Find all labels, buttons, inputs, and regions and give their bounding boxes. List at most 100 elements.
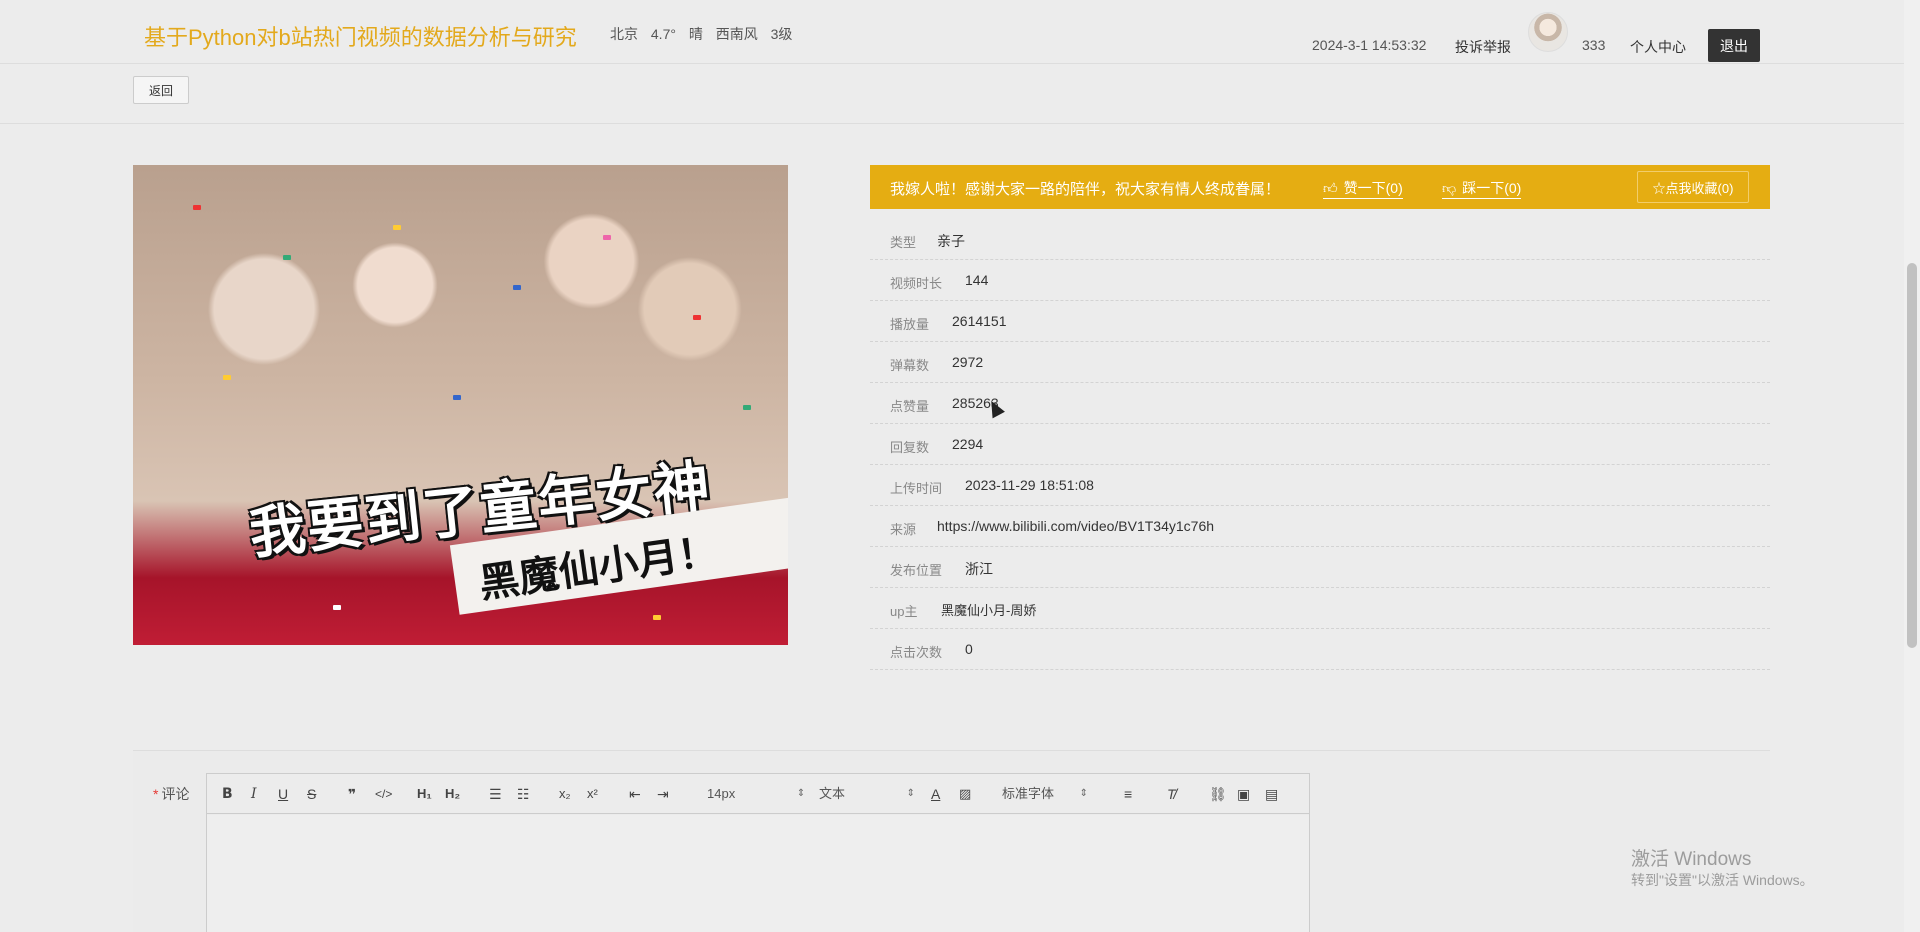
like-link[interactable]: 👍︎ 赞一下(0) <box>1323 178 1403 199</box>
chevron-updown-icon: ⇕ <box>796 788 806 799</box>
info-row-replies: 回复数 2294 <box>870 424 1770 465</box>
info-key: 类型 <box>890 235 917 250</box>
info-key: 发布位置 <box>890 563 943 578</box>
superscript-icon[interactable]: x² <box>587 785 598 803</box>
info-value: 0 <box>965 641 973 657</box>
info-row-plays: 播放量 2614151 <box>870 301 1770 342</box>
current-datetime: 2024-3-1 14:53:32 <box>1312 37 1427 53</box>
scrollbar-thumb[interactable] <box>1907 263 1917 648</box>
font-family-value: 标准字体 <box>1002 786 1055 801</box>
info-row-uploader: up主 黑魔仙小月-周娇 <box>870 588 1770 629</box>
info-row-upload-time: 上传时间 2023-11-29 18:51:08 <box>870 465 1770 506</box>
info-value: 2614151 <box>952 313 1007 329</box>
info-value: 2294 <box>952 436 984 452</box>
indent-icon[interactable]: ⇥ <box>657 785 669 803</box>
info-value: 黑魔仙小月-周娇 <box>941 603 1037 618</box>
weather-info: 北京 4.7° 晴 西南风 3级 <box>610 24 801 44</box>
info-row-danmaku: 弹幕数 2972 <box>870 342 1770 383</box>
background-color-icon[interactable]: ▨ <box>959 785 971 803</box>
align-icon[interactable]: ≡ <box>1124 785 1132 803</box>
confetti <box>393 225 401 230</box>
ordered-list-icon[interactable]: ☰ <box>489 785 502 803</box>
video-title: 我嫁人啦！感谢大家一路的陪伴，祝大家有情人终成眷属！ <box>890 181 1281 198</box>
video-icon[interactable]: ▤ <box>1265 785 1278 803</box>
windows-watermark-subtitle: 转到"设置"以激活 Windows。 <box>1631 872 1814 888</box>
back-button[interactable]: 返回 <box>133 76 189 104</box>
editor-toolbar: B I U S ❞ </> H₁ H₂ ☰ ☷ x₂ x² ⇤ ⇥ 14px ⇕ … <box>207 774 1309 814</box>
weather-wind: 西南风 <box>715 26 758 42</box>
block-type-value: 文本 <box>819 786 846 801</box>
back-bar: 返回 <box>0 64 1920 124</box>
favorite-button[interactable]: ☆点我收藏(0) <box>1637 171 1749 203</box>
bullet-list-icon[interactable]: ☷ <box>517 785 530 803</box>
info-value: 2023-11-29 18:51:08 <box>965 477 1094 493</box>
code-icon[interactable]: </> <box>375 785 392 803</box>
info-key: 弹幕数 <box>890 358 930 373</box>
weather-temp: 4.7° <box>650 26 676 42</box>
dislike-link[interactable]: 👎︎ 踩一下(0) <box>1442 178 1522 199</box>
avatar[interactable] <box>1528 12 1568 52</box>
underline-icon[interactable]: U <box>278 785 288 803</box>
info-value: 亲子 <box>937 233 965 249</box>
heading2-icon[interactable]: H₂ <box>445 785 460 803</box>
thumbs-down-icon: 👎︎ <box>1442 180 1457 196</box>
confetti <box>193 205 201 210</box>
video-title-bar: 我嫁人啦！感谢大家一路的陪伴，祝大家有情人终成眷属！ 👍︎ 赞一下(0) 👎︎ 踩一… <box>870 165 1770 209</box>
logout-button[interactable]: 退出 <box>1708 29 1760 62</box>
comment-editor: B I U S ❞ </> H₁ H₂ ☰ ☷ x₂ x² ⇤ ⇥ 14px ⇕ … <box>206 773 1310 932</box>
page-scrollbar[interactable] <box>1904 0 1920 932</box>
outdent-icon[interactable]: ⇤ <box>629 785 641 803</box>
required-mark: * <box>153 786 159 802</box>
confetti <box>743 405 751 410</box>
confetti <box>333 605 341 610</box>
info-key: 视频时长 <box>890 276 943 291</box>
info-key: 回复数 <box>890 440 930 455</box>
report-link[interactable]: 投诉举报 <box>1455 37 1511 57</box>
weather-condition: 晴 <box>688 26 703 42</box>
info-row-source: 来源 https://www.bilibili.com/video/BV1T34… <box>870 506 1770 547</box>
info-row-location: 发布位置 浙江 <box>870 547 1770 588</box>
weather-level: 3级 <box>770 26 793 42</box>
bold-icon[interactable]: B <box>222 785 233 803</box>
clear-format-icon[interactable]: T̸ <box>1167 785 1176 803</box>
username: 333 <box>1582 37 1606 53</box>
confetti <box>513 285 521 290</box>
heading1-icon[interactable]: H₁ <box>417 785 432 803</box>
site-title[interactable]: 基于Python对b站热门视频的数据分析与研究 <box>144 20 577 52</box>
font-family-select[interactable]: 标准字体 ⇕ <box>1002 785 1088 803</box>
confetti <box>453 395 461 400</box>
info-key: up主 <box>890 604 918 619</box>
dislike-label: 踩一下(0) <box>1462 180 1522 196</box>
font-size-select[interactable]: 14px ⇕ <box>707 785 805 803</box>
info-value: 浙江 <box>965 561 993 577</box>
info-value: 2972 <box>952 354 984 370</box>
info-row-clicks: 点击次数 0 <box>870 629 1770 670</box>
image-icon[interactable]: ▣ <box>1237 785 1250 803</box>
info-row-likes: 点赞量 285263 <box>870 383 1770 424</box>
info-value: 144 <box>965 272 989 288</box>
comment-label-text: 评论 <box>161 786 190 802</box>
blockquote-icon[interactable]: ❞ <box>348 785 356 803</box>
comment-textarea[interactable] <box>207 815 1309 932</box>
info-row-type: 类型 亲子 <box>870 219 1770 260</box>
chevron-updown-icon: ⇕ <box>1079 788 1089 799</box>
windows-watermark-title: 激活 Windows <box>1631 849 1752 870</box>
confetti <box>223 375 231 380</box>
like-label: 赞一下(0) <box>1343 180 1403 196</box>
thumbs-up-icon: 👍︎ <box>1323 180 1338 196</box>
info-key: 来源 <box>890 522 917 537</box>
comment-section: * 评论 B I U S ❞ </> H₁ H₂ ☰ ☷ x₂ x² ⇤ ⇥ 14… <box>133 750 1770 932</box>
info-key: 上传时间 <box>890 481 943 496</box>
user-center-link[interactable]: 个人中心 <box>1630 37 1686 57</box>
comment-label: * 评论 <box>153 784 189 804</box>
block-type-select[interactable]: 文本 ⇕ <box>819 785 915 803</box>
font-size-value: 14px <box>707 786 736 801</box>
font-color-icon[interactable]: A <box>931 785 940 803</box>
confetti <box>603 235 611 240</box>
italic-icon[interactable]: I <box>251 785 257 803</box>
info-key: 播放量 <box>890 317 930 332</box>
link-icon[interactable]: ⛓ <box>1209 785 1227 803</box>
source-link[interactable]: https://www.bilibili.com/video/BV1T34y1c… <box>937 518 1214 534</box>
strikethrough-icon[interactable]: S <box>307 785 316 803</box>
subscript-icon[interactable]: x₂ <box>559 785 571 803</box>
